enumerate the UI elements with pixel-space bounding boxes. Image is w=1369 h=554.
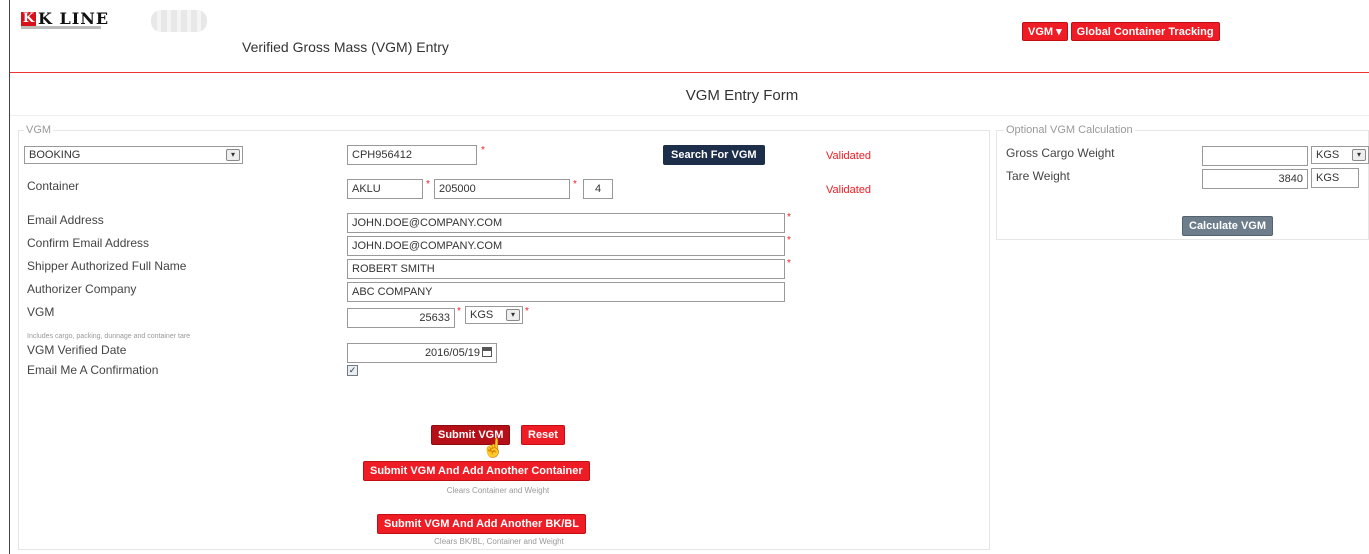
chevron-down-icon: ▾ [226,149,240,161]
submit-add-bkbl-note: Clears BK/BL, Container and Weight [434,537,564,546]
email-label: Email Address [27,213,104,227]
search-for-vgm-button[interactable]: Search For VGM [663,145,765,165]
verified-date-input[interactable]: 2016/05/19 [347,343,497,363]
submit-add-container-button[interactable]: Submit VGM And Add Another Container [363,461,590,481]
lookup-type-value: BOOKING [29,149,81,161]
confirm-email-label: Confirm Email Address [27,236,150,250]
gross-cargo-weight-label: Gross Cargo Weight [1006,146,1115,160]
logo-mark: K [21,10,36,26]
container-check-digit-input[interactable]: 4 [583,179,613,199]
lookup-type-select[interactable]: BOOKING ▾ [24,146,243,164]
vgm-unit-select[interactable]: KGS ▾ [465,306,523,324]
required-marker: * [481,145,485,156]
gross-cargo-weight-input[interactable] [1202,146,1308,166]
booking-status: Validated [826,150,872,162]
chevron-down-icon: ▾ [506,309,520,321]
chevron-down-icon: ▾ [1352,149,1366,161]
verified-date-value: 2016/05/19 [424,347,480,359]
shipper-name-label: Shipper Authorized Full Name [27,259,187,273]
calculate-vgm-button[interactable]: Calculate VGM [1182,216,1274,236]
company-label: Authorizer Company [27,282,137,296]
calendar-icon[interactable] [482,347,492,357]
required-marker: * [787,235,791,246]
window-left-border [9,0,10,554]
page-header: K K LINE Verified Gross Mass (VGM) Entry… [10,0,1369,73]
kline-logo[interactable]: K K LINE [21,9,207,32]
container-status: Validated [826,184,872,196]
vgm-menu-button[interactable]: VGM ▾ [1022,22,1068,41]
tare-weight-input[interactable]: 3840 [1202,169,1308,189]
reset-button[interactable]: Reset [521,425,565,445]
required-marker: * [787,212,791,223]
email-confirmation-label: Email Me A Confirmation [27,363,159,377]
form-title: VGM Entry Form [685,87,799,104]
tare-unit-field: KGS [1311,168,1359,188]
container-label: Container [27,179,80,193]
container-number-input[interactable]: 205000 [434,179,570,199]
required-marker: * [573,179,577,190]
vgm-unit-value: KGS [470,309,494,321]
required-marker: * [525,306,529,317]
submit-add-bkbl-button[interactable]: Submit VGM And Add Another BK/BL [377,514,586,534]
confirm-email-input[interactable]: JOHN.DOE@COMPANY.COM [347,236,785,256]
shipper-name-input[interactable]: ROBERT SMITH [347,259,785,279]
vgm-calculation-legend: Optional VGM Calculation [1004,124,1135,136]
verified-date-label: VGM Verified Date [27,343,127,357]
top-nav: VGM ▾ Global Container Tracking [1022,22,1220,41]
divider [10,115,1369,116]
vgm-weight-input[interactable]: 25633 [347,308,455,328]
submit-add-container-note: Clears Container and Weight [446,486,550,495]
company-input[interactable]: ABC COMPANY [347,282,785,302]
tare-weight-label: Tare Weight [1006,169,1070,183]
gross-unit-value: KGS [1316,149,1340,161]
vgm-label: VGM [27,305,55,319]
global-container-tracking-button[interactable]: Global Container Tracking [1070,22,1220,41]
required-marker: * [457,306,461,317]
email-input[interactable]: JOHN.DOE@COMPANY.COM [347,213,785,233]
email-confirmation-checkbox[interactable]: ✓ [347,365,358,376]
required-marker: * [426,179,430,190]
page-title: Verified Gross Mass (VGM) Entry [242,39,449,55]
gross-unit-select[interactable]: KGS ▾ [1311,146,1369,164]
vgm-legend: VGM [24,124,54,136]
world-map-graphic [151,10,207,32]
logo-tagline [21,26,101,29]
hand-pointer-icon: ☝ [482,438,505,458]
container-prefix-input[interactable]: AKLU [347,179,423,199]
vgm-note: Includes cargo, packing, dunnage and con… [27,333,191,340]
required-marker: * [787,258,791,269]
booking-number-input[interactable]: CPH956412 [347,145,477,165]
